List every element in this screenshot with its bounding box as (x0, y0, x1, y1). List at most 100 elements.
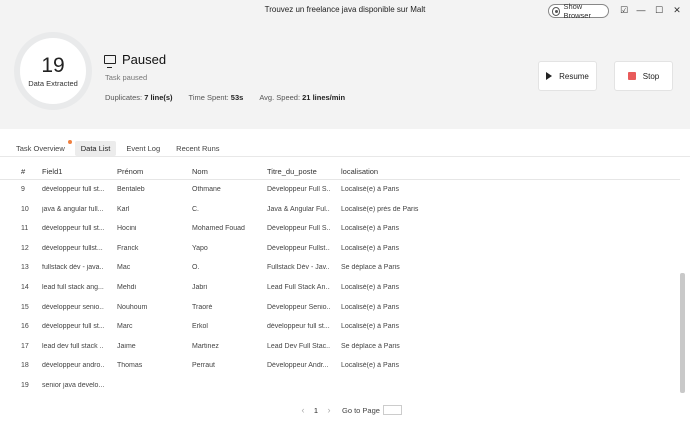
duplicates-stat: Duplicates: 7 line(s) (105, 93, 173, 102)
localisation-cell: Localisé(e) à Paris (341, 244, 399, 252)
extracted-label: Data Extracted (28, 78, 78, 88)
go-to-page-input[interactable] (382, 405, 402, 415)
show-browser-button[interactable]: Show Browser (548, 2, 609, 20)
table-row[interactable]: 15 développeur senio... Nouhoum Traoré Dével… (0, 298, 680, 318)
current-page[interactable]: 1 (312, 406, 320, 415)
titre-cell: Lead Full Stack An... (267, 283, 330, 291)
nom-cell: Traoré (192, 303, 213, 311)
table-row[interactable]: 14 lead full stack ang... Mehdi Jabri Lead F… (0, 278, 680, 298)
field1-cell: développeur andro... (42, 362, 104, 370)
prenom-cell: Marc (117, 323, 133, 331)
eye-icon (552, 6, 561, 16)
table-row[interactable]: 16 développeur full st... Marc Erkol dévelop… (0, 317, 680, 337)
monitor-icon (104, 55, 116, 68)
stop-button[interactable]: Stop (614, 61, 673, 91)
titre-cell: Lead Dev Full Stac... (267, 342, 330, 350)
nom-cell: Yapo (192, 244, 208, 252)
data-table: # Field1 Prénom Nom Titre_du_poste local… (0, 163, 680, 396)
field1-cell: développeur full st... (42, 225, 104, 233)
nom-cell: Othmane (192, 186, 221, 193)
column-header-nom[interactable]: Nom (192, 167, 262, 176)
titre-cell: développeur full st... (267, 323, 330, 331)
row-index: 14 (21, 283, 29, 291)
table-body: 9 développeur full st... Bentaleb Othmane Dé… (0, 180, 680, 396)
prenom-cell: Thomas (117, 362, 143, 370)
nom-cell: O. (192, 264, 200, 272)
status-heading: Paused (104, 52, 166, 68)
titre-cell: Développeur Fullst... (267, 244, 330, 252)
tab-recent-runs[interactable]: Recent Runs (170, 141, 225, 156)
next-page-button[interactable]: › (320, 405, 338, 415)
prenom-cell: Bentaleb (117, 186, 145, 193)
table-row[interactable]: 17 lead dev full stack ... Jaime Martinez Le… (0, 337, 680, 357)
row-index: 18 (21, 362, 29, 370)
tab-data-list[interactable]: Data List (74, 141, 117, 156)
task-status-panel: 19 Data Extracted Paused Task paused Dup… (0, 22, 690, 129)
row-index: 9 (21, 186, 25, 193)
table-row[interactable]: 13 fullstack dév - java... Mac O. Fullstack … (0, 258, 680, 278)
table-row[interactable]: 11 développeur full st... Hocini Mohamed Fo… (0, 219, 680, 239)
titre-cell: Développeur Andr... (267, 362, 329, 370)
table-row[interactable]: 9 développeur full st... Bentaleb Othmane Dé… (0, 180, 680, 200)
nom-cell: Erkol (192, 323, 208, 331)
prenom-cell: Hocini (117, 225, 137, 233)
column-header-titre[interactable]: Titre_du_poste (267, 167, 330, 176)
table-scrollbar[interactable] (680, 273, 685, 393)
prev-page-button[interactable]: ‹ (294, 405, 312, 415)
localisation-cell: Se déplace à Paris (341, 264, 400, 272)
row-index: 11 (21, 225, 29, 233)
localisation-cell: Localisé(e) à Paris (341, 362, 399, 370)
table-row[interactable]: 10 java & angular full... Karl C. Java & Ang… (0, 200, 680, 220)
table-row[interactable]: 12 développeur fullst... Franck Yapo Dévelop… (0, 239, 680, 259)
nom-cell: C. (192, 205, 199, 213)
minimize-button[interactable]: — (635, 4, 647, 16)
avg-speed-stat: Avg. Speed: 21 lines/min (259, 93, 346, 102)
stop-label: Stop (642, 71, 660, 81)
nom-cell: Martinez (192, 342, 219, 350)
table-row[interactable]: 19 senior java develo... (0, 376, 680, 396)
task-stats: Duplicates: 7 line(s) Time Spent: 53s Av… (105, 93, 345, 102)
column-header-localisation[interactable]: localisation (341, 167, 431, 176)
close-button[interactable]: ✕ (671, 4, 683, 16)
titre-cell: Java & Angular Ful... (267, 205, 330, 213)
column-header-prenom[interactable]: Prénom (117, 167, 187, 176)
column-header-field1[interactable]: Field1 (42, 167, 104, 176)
row-index: 15 (21, 303, 29, 311)
row-index: 10 (21, 205, 29, 213)
tab-event-log[interactable]: Event Log (120, 141, 166, 156)
row-index: 12 (21, 244, 29, 252)
table-header: # Field1 Prénom Nom Titre_du_poste local… (0, 163, 680, 180)
table-row[interactable]: 18 développeur andro... Thomas Perraut Dével… (0, 356, 680, 376)
field1-cell: développeur full st... (42, 323, 104, 331)
localisation-cell: Localisé(e) à Paris (341, 225, 399, 233)
column-header-index[interactable]: # (21, 167, 41, 176)
pin-icon[interactable]: ☑ (618, 4, 630, 16)
nom-cell: Perraut (192, 362, 215, 370)
row-index: 13 (21, 264, 29, 272)
localisation-cell: Se déplace à Paris (341, 342, 400, 350)
nom-cell: Mohamed Fouad (192, 225, 245, 233)
titre-cell: Développeur Full S... (267, 225, 330, 233)
row-index: 16 (21, 323, 29, 331)
tab-divider (0, 156, 690, 157)
prenom-cell: Karl (117, 205, 130, 213)
status-subtitle: Task paused (105, 73, 148, 82)
localisation-cell: Localisé(e) à Paris (341, 186, 399, 193)
resume-label: Resume (559, 71, 589, 81)
field1-cell: java & angular full... (42, 205, 104, 213)
go-to-page-label: Go to Page (342, 405, 380, 415)
localisation-cell: Localisé(e) près de Paris (341, 205, 419, 213)
tab-task-overview[interactable]: Task Overview (10, 140, 72, 156)
row-index: 17 (21, 342, 29, 350)
notification-dot (67, 140, 72, 144)
field1-cell: développeur full st... (42, 186, 104, 193)
prenom-cell: Jaime (117, 342, 136, 350)
resume-button[interactable]: Resume (538, 61, 597, 91)
field1-cell: développeur fullst... (42, 244, 103, 252)
field1-cell: lead full stack ang... (42, 283, 104, 291)
maximize-button[interactable]: ☐ (653, 4, 665, 16)
row-index: 19 (21, 381, 29, 389)
extracted-count-ring: 19 Data Extracted (14, 32, 92, 110)
time-spent-stat: Time Spent: 53s (188, 93, 244, 102)
extracted-count: 19 (41, 53, 65, 77)
